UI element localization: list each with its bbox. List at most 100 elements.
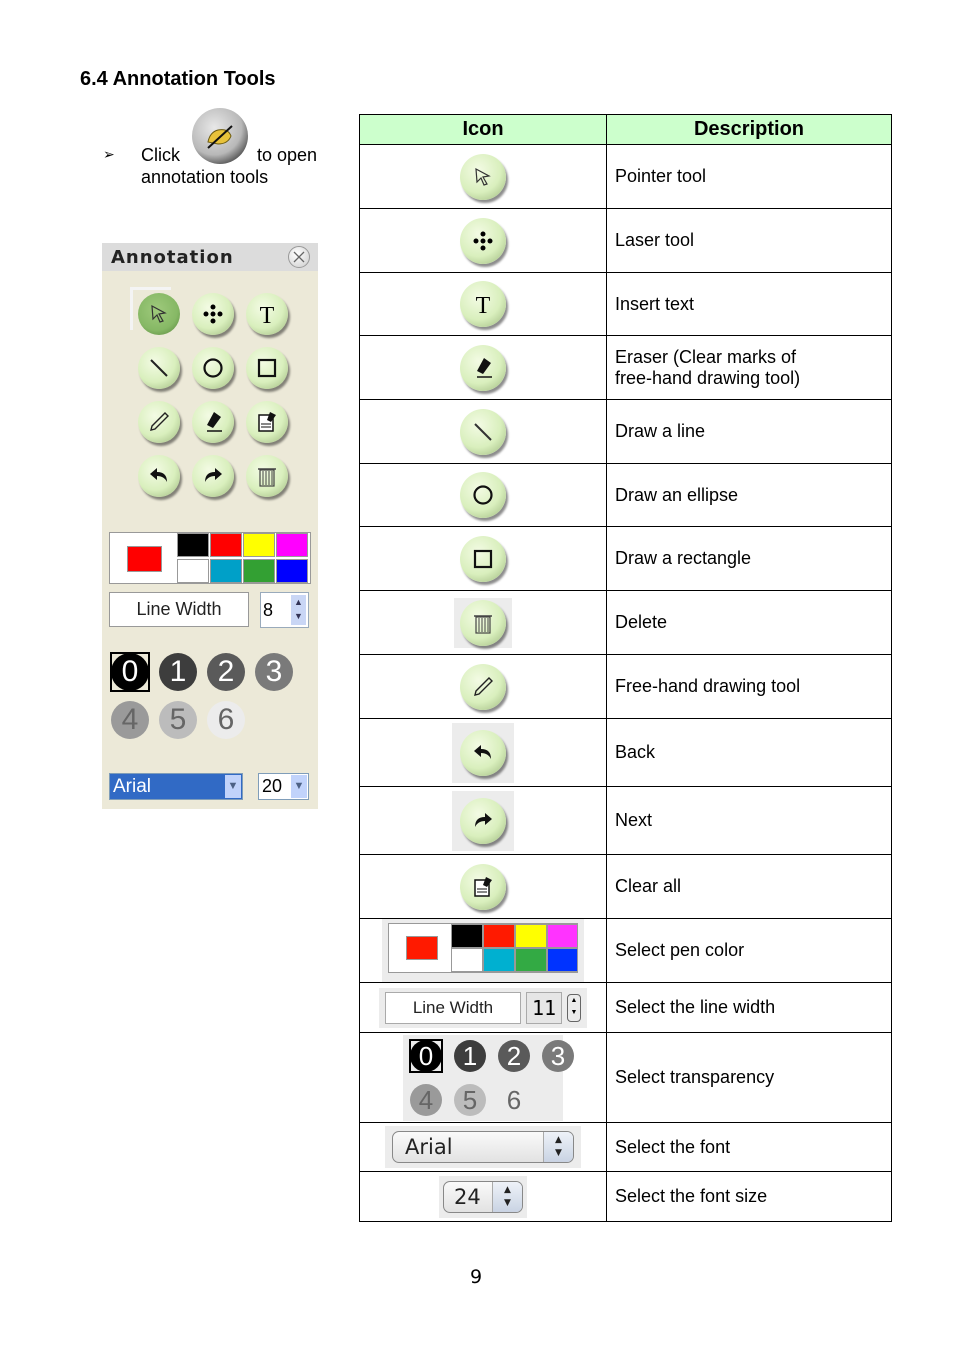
back-tool-button[interactable] xyxy=(138,455,180,497)
table-row: 0 1 2 3 4 5 6 Select transparency xyxy=(359,1032,892,1123)
transparency-2[interactable]: 2 xyxy=(207,653,245,691)
trash-icon xyxy=(474,614,492,634)
color-swatch-green xyxy=(515,948,547,972)
line-tool-button xyxy=(460,408,506,455)
color-swatch-yellow[interactable] xyxy=(243,533,275,557)
transparency-4: 4 xyxy=(410,1083,442,1116)
pencil-icon xyxy=(474,676,493,696)
transparency-3: 3 xyxy=(542,1039,574,1072)
color-swatch-white[interactable] xyxy=(177,559,209,583)
clear-all-icon xyxy=(474,876,492,897)
color-swatch-blue xyxy=(547,948,578,972)
annotation-panel: Annotation T Line Width 8 ▲ ▼ 0 1 2 3 4 … xyxy=(102,243,318,809)
text-tool-button: T xyxy=(460,281,506,327)
ellipse-tool-button[interactable] xyxy=(192,347,234,389)
description: Draw an ellipse xyxy=(606,463,892,527)
freehand-tool-button[interactable] xyxy=(138,401,180,443)
transparency-0: 0 xyxy=(410,1039,442,1072)
line-width-value: 8 xyxy=(263,600,274,620)
table-row: Next xyxy=(359,786,892,855)
transparency-3[interactable]: 3 xyxy=(255,653,293,691)
color-swatch-black[interactable] xyxy=(177,533,209,557)
color-swatch-black xyxy=(451,924,483,948)
line-width-spinner[interactable]: 8 ▲ ▼ xyxy=(260,592,309,628)
table-row: Laser tool xyxy=(359,208,892,273)
ellipse-tool-button xyxy=(460,472,506,518)
transparency-0[interactable]: 0 xyxy=(111,653,149,691)
pointer-icon xyxy=(151,304,167,323)
font-size-select[interactable]: 20 ▼ xyxy=(258,773,309,800)
transparency-4[interactable]: 4 xyxy=(111,701,149,739)
font-select: Arial ▲ ▼ xyxy=(392,1131,574,1163)
transparency-1[interactable]: 1 xyxy=(159,653,197,691)
transparency-5[interactable]: 5 xyxy=(159,701,197,739)
transparency-6[interactable]: 6 xyxy=(207,701,245,739)
close-button[interactable] xyxy=(288,246,310,268)
transparency-5: 5 xyxy=(454,1083,486,1116)
transparency-control: 0 1 2 3 4 5 6 xyxy=(403,1034,574,1121)
line-tool-button[interactable] xyxy=(138,347,180,389)
description: Laser tool xyxy=(606,208,892,273)
clear-all-tool-button xyxy=(460,863,506,910)
header-description: Description xyxy=(606,114,892,145)
text-icon: T xyxy=(476,293,491,316)
laser-tool-button[interactable] xyxy=(192,293,234,335)
color-swatch-magenta[interactable] xyxy=(276,533,308,557)
table-row: Line Width 11 ▲ ▼ Select the line width xyxy=(359,982,892,1033)
laser-icon xyxy=(473,231,493,250)
description: Select the line width xyxy=(606,982,892,1033)
color-swatch-green[interactable] xyxy=(243,559,275,583)
rectangle-tool-button[interactable] xyxy=(246,347,288,389)
table-row: Delete xyxy=(359,590,892,655)
panel-header: Annotation xyxy=(102,243,318,271)
clear-all-tool-button[interactable] xyxy=(246,401,288,443)
redo-icon xyxy=(205,468,222,482)
eraser-tool-button xyxy=(460,344,506,391)
color-swatch-cyan[interactable] xyxy=(210,559,242,583)
chevron-down-icon[interactable]: ▼ xyxy=(225,775,241,798)
pointer-icon xyxy=(475,167,491,186)
chevron-down-icon[interactable]: ▼ xyxy=(291,775,307,798)
pointer-tool-button xyxy=(460,153,506,200)
eraser-tool-button[interactable] xyxy=(192,401,234,443)
color-swatch-white xyxy=(451,948,483,972)
current-color-swatch xyxy=(406,936,438,960)
rectangle-icon xyxy=(257,358,277,378)
delete-tool-button[interactable] xyxy=(246,455,288,497)
font-select[interactable]: Arial ▼ xyxy=(109,773,243,800)
table-row: Arial ▲ ▼ Select the font xyxy=(359,1122,892,1172)
svg-text:T: T xyxy=(260,303,275,326)
spinner-arrows-icon: ▲ ▼ xyxy=(543,1132,573,1162)
pencil-icon xyxy=(150,412,169,431)
table-row: Clear all xyxy=(359,854,892,919)
table-row: Eraser (Clear marks of free-hand drawing… xyxy=(359,335,892,400)
color-swatch-magenta xyxy=(547,924,578,948)
pointer-tool-button[interactable] xyxy=(138,293,180,335)
back-tool-button xyxy=(460,729,506,776)
description: Clear all xyxy=(606,854,892,919)
line-width-label: Line Width xyxy=(109,592,249,627)
color-swatch-red[interactable] xyxy=(210,533,242,557)
description: Select the font size xyxy=(606,1171,892,1222)
table-row: Draw a rectangle xyxy=(359,526,892,591)
header-icon: Icon xyxy=(359,114,607,145)
table-row: Select pen color xyxy=(359,918,892,983)
rectangle-tool-button xyxy=(460,535,506,582)
description: Select pen color xyxy=(606,918,892,983)
freehand-tool-button xyxy=(460,663,506,710)
transparency-6: 6 xyxy=(498,1083,530,1116)
text-tool-button[interactable]: T xyxy=(246,293,288,335)
description: Pointer tool xyxy=(606,144,892,209)
description: Back xyxy=(606,718,892,787)
instruction-click: Click xyxy=(141,145,180,165)
color-swatch-cyan xyxy=(483,948,515,972)
next-tool-button[interactable] xyxy=(192,455,234,497)
ellipse-icon xyxy=(473,485,493,505)
text-icon: T xyxy=(260,303,275,326)
spinner-arrows-icon[interactable]: ▲ ▼ xyxy=(291,595,306,625)
color-swatch-blue[interactable] xyxy=(276,559,308,583)
annotation-pen-icon xyxy=(207,125,233,149)
description: Draw a line xyxy=(606,399,892,464)
trash-icon xyxy=(258,468,276,487)
annotation-launch-button[interactable] xyxy=(192,108,248,164)
